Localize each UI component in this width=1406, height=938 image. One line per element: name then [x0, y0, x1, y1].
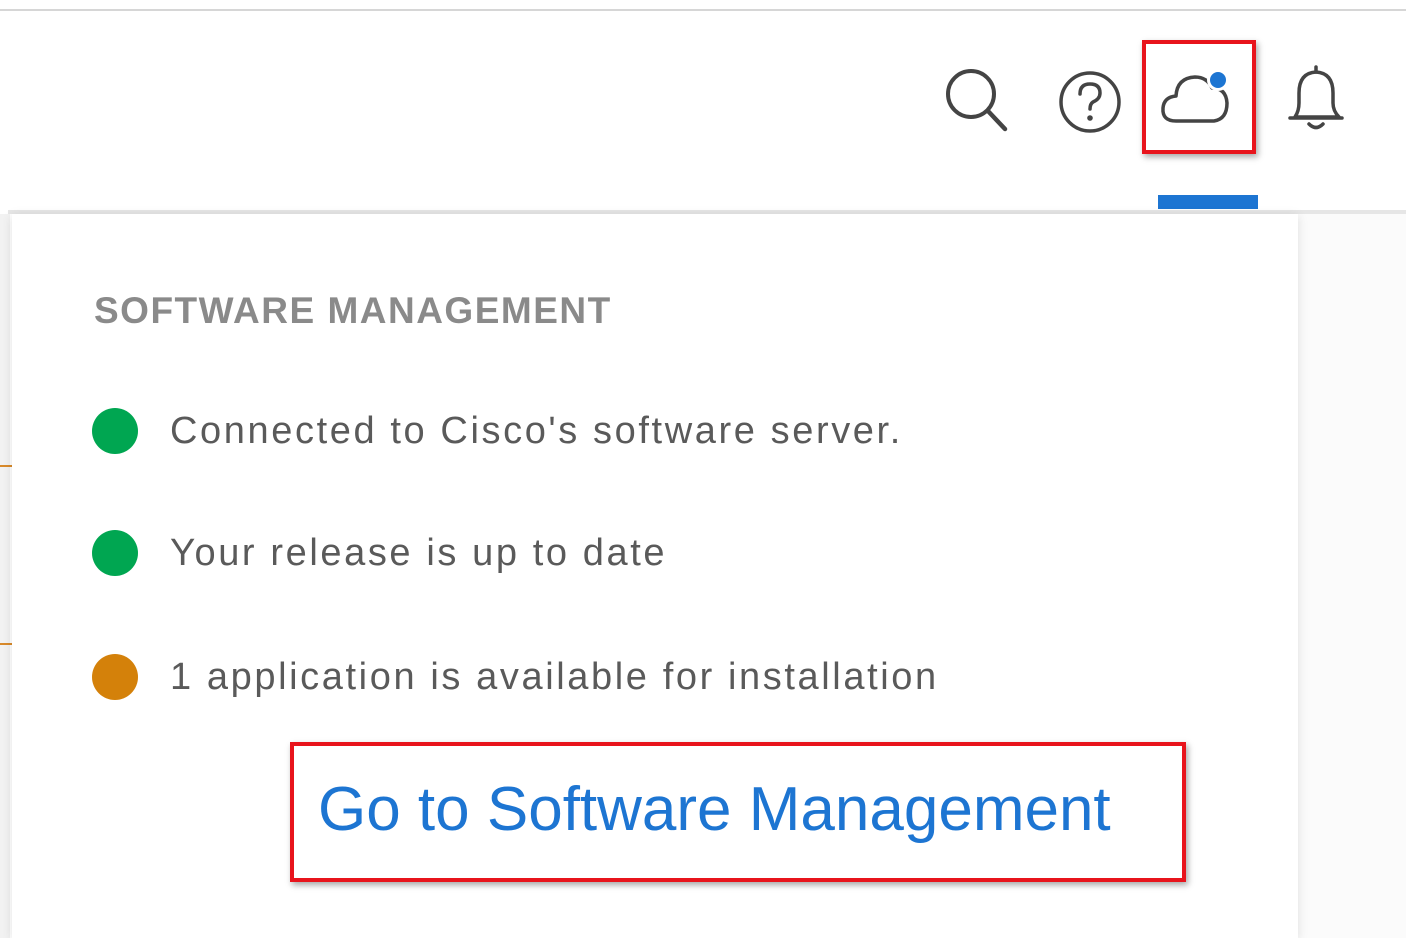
status-dot-icon — [92, 530, 138, 576]
background-tick — [0, 643, 12, 645]
background-panel — [1298, 214, 1406, 938]
status-item-connection: Connected to Cisco's software server. — [92, 408, 903, 454]
status-text: Your release is up to date — [170, 531, 668, 574]
status-dot-icon — [92, 654, 138, 700]
status-text: 1 application is available for installat… — [170, 655, 939, 698]
status-item-applications: 1 application is available for installat… — [92, 654, 939, 700]
dropdown-title: SOFTWARE MANAGEMENT — [94, 290, 612, 331]
search-button[interactable] — [936, 60, 1016, 140]
help-icon — [1055, 67, 1125, 137]
background-tick — [0, 465, 12, 467]
help-button[interactable] — [1050, 62, 1130, 142]
search-icon — [941, 65, 1011, 135]
status-dot-icon — [92, 408, 138, 454]
top-divider — [0, 0, 1406, 11]
notifications-button[interactable] — [1276, 58, 1356, 138]
active-tab-indicator — [1158, 195, 1258, 209]
status-item-release: Your release is up to date — [92, 530, 667, 576]
status-text: Connected to Cisco's software server. — [170, 409, 903, 452]
page: SOFTWARE MANAGEMENT Connected to Cisco's… — [0, 0, 1406, 938]
background-strip — [0, 214, 10, 938]
go-to-software-management-link[interactable]: Go to Software Management — [318, 774, 1111, 845]
cloud-highlight-box — [1142, 40, 1256, 154]
bell-icon — [1281, 61, 1351, 135]
